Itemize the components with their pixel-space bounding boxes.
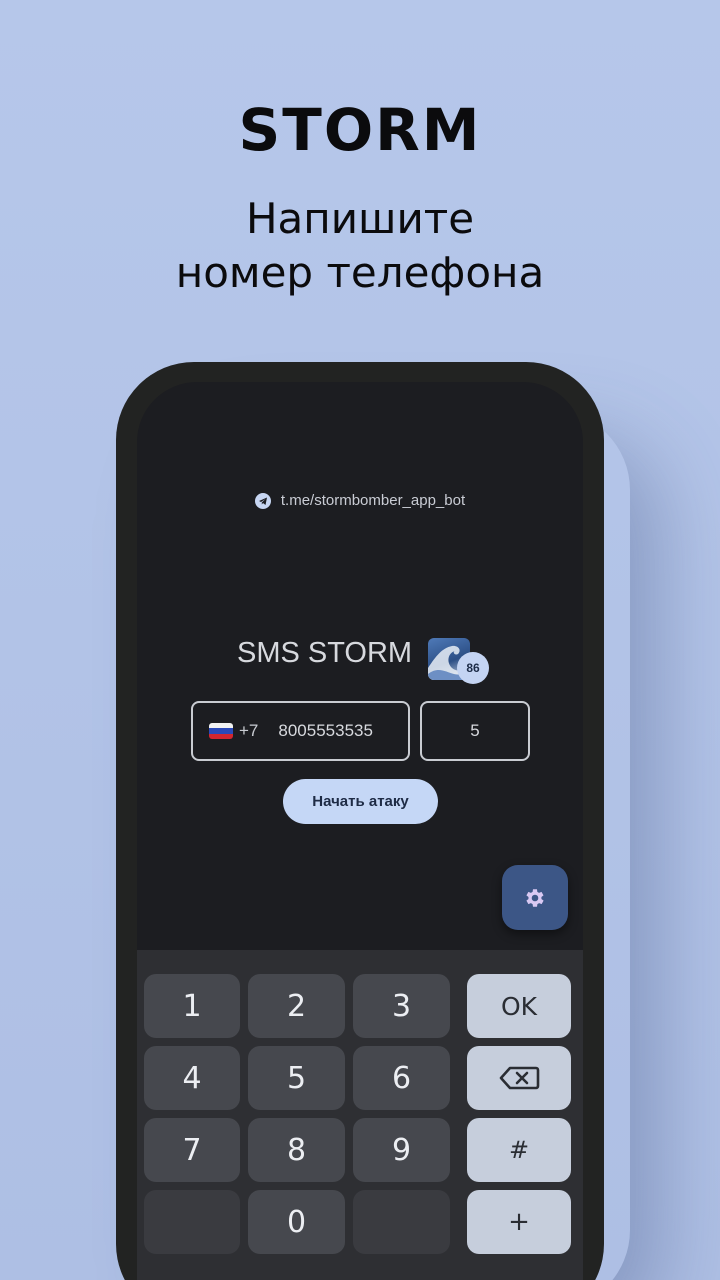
phone-number-value: 8005553535 xyxy=(278,721,373,740)
backspace-icon xyxy=(499,1066,540,1090)
promo-subtitle-line2: номер телефона xyxy=(175,248,545,297)
count-badge: 86 xyxy=(457,652,489,684)
telegram-link[interactable]: t.me/stormbomber_app_bot xyxy=(137,492,583,509)
count-value: 5 xyxy=(470,721,480,740)
country-code[interactable]: +7 xyxy=(239,721,258,741)
gear-icon xyxy=(526,888,544,907)
backspace-button[interactable] xyxy=(467,1046,571,1110)
telegram-icon xyxy=(254,492,271,509)
key-empty-right xyxy=(353,1190,450,1254)
app-screen: t.me/stormbomber_app_bot SMS STORM 86 +7… xyxy=(137,382,583,1280)
telegram-link-text: t.me/stormbomber_app_bot xyxy=(280,492,466,509)
promo-title: STORM xyxy=(238,96,482,164)
key-7[interactable]: 7 xyxy=(144,1118,240,1182)
key-3[interactable]: 3 xyxy=(353,974,450,1038)
promo-subtitle: Напишите номер телефона xyxy=(0,192,720,300)
app-title: SMS STORM xyxy=(237,637,413,669)
settings-button[interactable] xyxy=(502,865,568,930)
key-5[interactable]: 5 xyxy=(248,1046,345,1110)
key-ok[interactable]: OK xyxy=(467,974,571,1038)
phone-input[interactable]: +7 8005553535 xyxy=(191,701,410,761)
key-9[interactable]: 9 xyxy=(353,1118,450,1182)
promo-subtitle-line1: Напишите xyxy=(245,194,475,243)
key-2[interactable]: 2 xyxy=(248,974,345,1038)
numeric-keyboard: 1 2 3 OK 4 5 6 7 8 9 # 0 + xyxy=(137,950,583,1280)
key-hash[interactable]: # xyxy=(467,1118,571,1182)
key-empty-left xyxy=(144,1190,240,1254)
key-8[interactable]: 8 xyxy=(248,1118,345,1182)
russia-flag-icon[interactable] xyxy=(209,723,233,739)
key-0[interactable]: 0 xyxy=(248,1190,345,1254)
start-attack-button[interactable]: Начать атаку xyxy=(283,779,438,824)
key-plus[interactable]: + xyxy=(467,1190,571,1254)
count-input[interactable]: 5 xyxy=(420,701,530,761)
key-1[interactable]: 1 xyxy=(144,974,240,1038)
key-6[interactable]: 6 xyxy=(353,1046,450,1110)
promo-page: STORM Напишите номер телефона t.me/storm… xyxy=(0,0,720,1280)
key-4[interactable]: 4 xyxy=(144,1046,240,1110)
